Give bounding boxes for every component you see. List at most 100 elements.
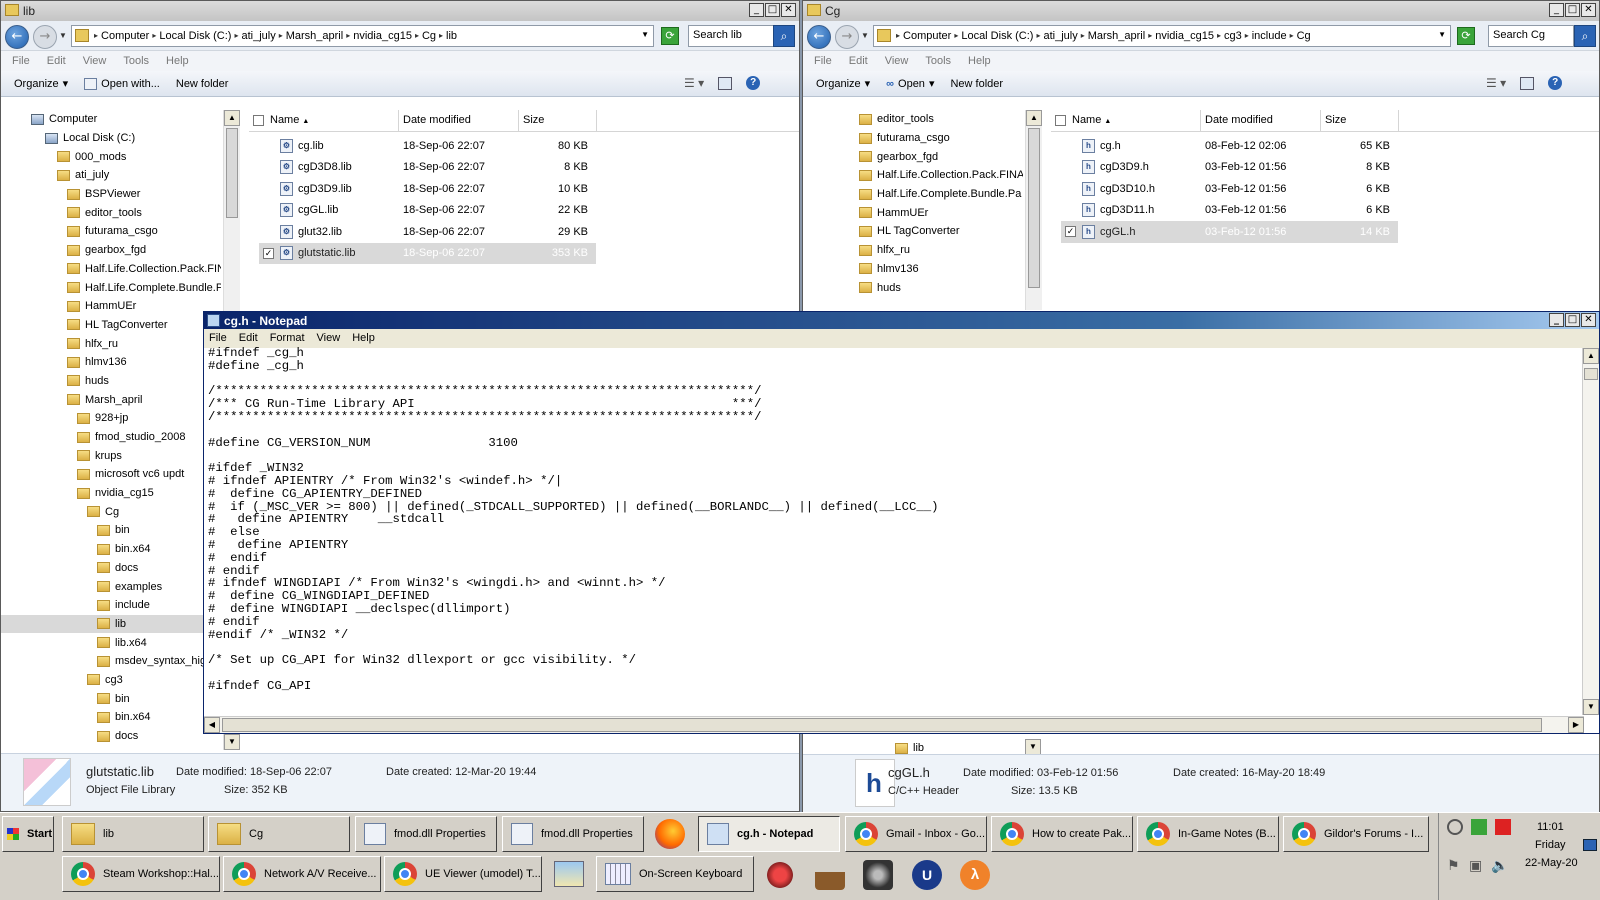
lib-tree-item[interactable]: huds [1,372,221,391]
breadcrumb-item[interactable]: Marsh_april [286,30,343,42]
file-row[interactable]: ⚙ cgD3D8.lib 18-Sep-06 22:07 8 KB [259,157,596,179]
minimize-button[interactable]: _ [1549,3,1564,17]
unreal-icon[interactable]: U [912,860,942,890]
lib-tree-item[interactable]: Cg [1,502,221,521]
close-button[interactable]: ✕ [781,3,796,17]
file-row[interactable]: ⚙ cgD3D9.lib 18-Sep-06 22:07 10 KB [259,178,596,200]
close-button[interactable]: ✕ [1581,3,1596,17]
lib-tree-item[interactable]: bin [1,521,221,540]
tray-antivirus-icon[interactable] [1495,819,1511,835]
column-size[interactable]: Size [1321,110,1399,131]
lib-tree-item[interactable]: Marsh_april [1,390,221,409]
file-row[interactable]: ⚙ cg.lib 18-Sep-06 22:07 80 KB [259,135,596,157]
menu-edit[interactable]: Edit [849,55,868,67]
breadcrumb-item[interactable]: ati_july [241,30,275,42]
breadcrumb-item[interactable]: lib [446,30,457,42]
maximize-button[interactable]: □ [1565,3,1580,17]
lib-tree-item[interactable]: 000_mods [1,147,221,166]
taskbar-item-pak-guide[interactable]: How to create Pak... [991,816,1133,852]
scroll-down-button[interactable]: ▼ [1583,699,1599,715]
scroll-thumb[interactable] [1028,128,1040,288]
menu-help[interactable]: Help [968,55,991,67]
lib-tree-item[interactable]: nvidia_cg15 [1,484,221,503]
lib-address-bar[interactable]: ▸ Computer ▸ Local Disk (C:) ▸ ati_july ▸ Marsh… [71,25,654,47]
scroll-thumb[interactable] [226,128,238,218]
scroll-thumb[interactable] [1584,368,1598,380]
lib-title-bar[interactable]: lib _ □ ✕ [1,1,799,21]
cg-tree-item[interactable]: huds [803,278,1023,297]
taskbar-item-ingame-notes[interactable]: In-Game Notes (B... [1137,816,1279,852]
scroll-left-button[interactable]: ◀ [204,717,220,733]
taskbar-item-steam-workshop[interactable]: Steam Workshop::Hal... [62,856,220,892]
start-button[interactable]: Start [2,816,54,852]
lib-tree-item[interactable]: bin [1,689,221,708]
cg-tree-item[interactable]: HL TagConverter [803,222,1023,241]
breadcrumb-item[interactable]: cg3 [1224,30,1242,42]
search-icon[interactable]: ⌕ [1574,25,1596,47]
column-size[interactable]: Size [519,110,597,131]
select-all-checkbox[interactable] [1055,114,1066,126]
clock-time[interactable]: 11:01 [1537,821,1564,833]
scroll-down-button[interactable]: ▼ [1025,739,1041,755]
tray-app-icon[interactable] [1447,819,1463,835]
file-row[interactable]: h cg.h 08-Feb-12 02:06 65 KB [1061,135,1398,157]
lib-tree-item[interactable]: fmod_studio_2008 [1,428,221,447]
breadcrumb-item[interactable]: Computer [101,30,149,42]
column-name[interactable]: Name ▲ [249,110,399,131]
lib-tree-item[interactable]: editor_tools [1,203,221,222]
menu-view[interactable]: View [885,55,909,67]
lib-tree-item[interactable]: gearbox_fgd [1,241,221,260]
history-dropdown-icon[interactable]: ▼ [59,31,67,40]
cg-address-bar[interactable]: ▸ Computer ▸ Local Disk (C:) ▸ ati_july ▸ Marsh… [873,25,1451,47]
tray-flag-icon[interactable]: ⚑ [1447,857,1460,874]
menu-view[interactable]: View [317,332,341,345]
minimize-button[interactable]: _ [1549,313,1564,327]
lib-search-input[interactable]: Search lib [688,25,775,47]
taskbar-item-cg[interactable]: Cg [208,816,350,852]
scroll-up-button[interactable]: ▲ [224,110,240,126]
cg-tree-scrollbar[interactable]: ▲ [1025,110,1042,310]
lib-tree-item[interactable]: msdev_syntax_hig [1,652,221,671]
file-row[interactable]: ⚙ glut32.lib 18-Sep-06 22:07 29 KB [259,221,596,243]
open-button[interactable]: ∞ Open ▾ [886,77,934,91]
organize-button[interactable]: Organize ▾ [816,77,870,91]
address-dropdown-icon[interactable]: ▼ [1438,30,1446,39]
show-desktop-icon[interactable] [1583,839,1597,851]
open-with-button[interactable]: Open with... [84,77,160,90]
tray-volume-icon[interactable]: 🔈 [1491,857,1508,874]
lib-tree-item[interactable]: bin.x64 [1,540,221,559]
lib-tree-item[interactable]: hlmv136 [1,353,221,372]
lib-tree-item[interactable]: Half.Life.Complete.Bundle.Pa [1,278,221,297]
breadcrumb-separator-icon[interactable]: ▸ [1036,30,1040,42]
file-row[interactable]: ✓ ⚙ glutstatic.lib 18-Sep-06 22:07 353 KB [259,242,596,264]
file-checkbox[interactable]: ✓ [263,247,274,259]
file-row[interactable]: ⚙ cgGL.lib 18-Sep-06 22:07 22 KB [259,200,596,222]
history-dropdown-icon[interactable]: ▼ [861,31,869,40]
lib-tree-item[interactable]: hlfx_ru [1,334,221,353]
cg-tree-item[interactable]: gearbox_fgd [803,147,1023,166]
menu-format[interactable]: Format [270,332,305,345]
file-checkbox[interactable]: ✓ [1065,226,1076,238]
taskbar-item-fmod-properties-2[interactable]: fmod.dll Properties [502,816,644,852]
select-all-checkbox[interactable] [253,114,264,126]
menu-edit[interactable]: Edit [239,332,258,345]
menu-help[interactable]: Help [352,332,375,345]
taskbar-item-network-av[interactable]: Network A/V Receive... [223,856,381,892]
scroll-right-button[interactable]: ▶ [1568,717,1584,733]
view-options-icon[interactable]: ☰ ▾ [1486,76,1506,90]
scroll-down-button[interactable]: ▼ [224,734,240,750]
forward-button[interactable]: → [835,25,859,49]
lib-tree-item[interactable]: cg3 [1,671,221,690]
breadcrumb-item[interactable]: Local Disk (C:) [159,30,231,42]
firefox-icon[interactable] [655,819,685,849]
address-dropdown-icon[interactable]: ▼ [641,30,649,39]
column-date-modified[interactable]: Date modified [399,110,519,131]
lib-tree-item[interactable]: docs [1,559,221,578]
menu-file[interactable]: File [814,55,832,67]
cg-navigation-tree[interactable]: editor_tools futurama_csgo gearbox_fgd Half… [803,110,1023,310]
breadcrumb-item[interactable]: Local Disk (C:) [961,30,1033,42]
cg-tree-item[interactable]: Half.Life.Collection.Pack.FINA [803,166,1023,185]
minimize-button[interactable]: _ [749,3,764,17]
game-shield-icon[interactable] [863,860,893,890]
menu-help[interactable]: Help [166,55,189,67]
